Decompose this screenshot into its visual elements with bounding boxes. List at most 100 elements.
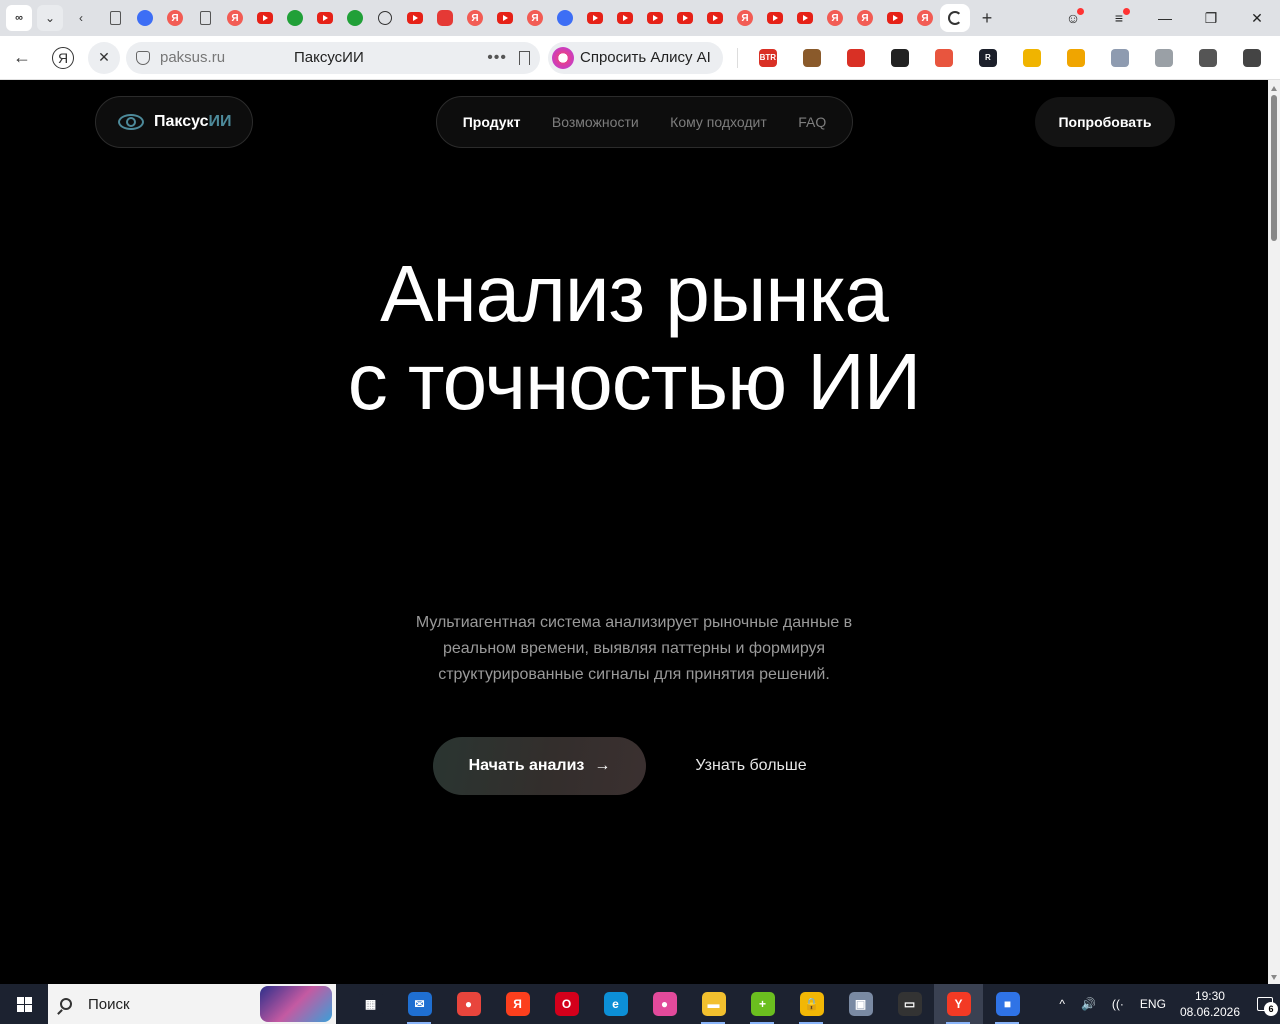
extension-button[interactable] [1010, 42, 1054, 74]
browser-tab[interactable] [760, 4, 790, 32]
volume-icon[interactable]: 🔊 [1081, 997, 1096, 1011]
browser-tab[interactable]: Я [820, 4, 850, 32]
clock[interactable]: 19:30 08.06.2026 [1180, 988, 1240, 1020]
taskbar-app-edge[interactable]: e [591, 984, 640, 1024]
browser-tab[interactable] [490, 4, 520, 32]
taskbar-app-green-app[interactable]: + [738, 984, 787, 1024]
taskbar-search[interactable]: Поиск [48, 984, 336, 1024]
back-button[interactable]: ← [6, 42, 38, 74]
extension-button[interactable] [922, 42, 966, 74]
taskbar-app-chrome[interactable]: ● [444, 984, 493, 1024]
nav-link[interactable]: Кому подходит [670, 114, 767, 130]
restore-icon[interactable]: ❐ [1188, 0, 1234, 36]
browser-tab[interactable]: Я [220, 4, 250, 32]
taskbar-app-chrome-alt[interactable]: ● [640, 984, 689, 1024]
browser-menu-icon[interactable]: ≡ [1096, 0, 1142, 36]
yandex-icon: Я [227, 10, 243, 26]
browser-tab[interactable] [130, 4, 160, 32]
new-tab-button[interactable]: + [974, 5, 1000, 31]
browser-tab[interactable] [610, 4, 640, 32]
taskbar-app-opera[interactable]: O [542, 984, 591, 1024]
tab-list-dropdown-icon[interactable]: ⌄ [37, 5, 63, 31]
extension-button[interactable] [790, 42, 834, 74]
browser-tab[interactable] [340, 4, 370, 32]
opera-icon: O [554, 992, 579, 1016]
bookmark-icon[interactable] [519, 50, 530, 65]
extension-button[interactable]: BTR [746, 42, 790, 74]
taskbar-app-mail[interactable]: ✉ [395, 984, 444, 1024]
taskbar-app-yandex[interactable]: Я [493, 984, 542, 1024]
tray-overflow-icon[interactable]: ^ [1059, 997, 1065, 1011]
browser-tab[interactable] [190, 4, 220, 32]
extension-button[interactable]: R [966, 42, 1010, 74]
input-language[interactable]: ENG [1140, 997, 1166, 1011]
taskbar-app-file-explorer[interactable]: ▬ [689, 984, 738, 1024]
url-input[interactable]: paksus.ru ПаксусИИ ••• [126, 41, 540, 74]
site-security-icon[interactable] [136, 50, 150, 65]
browser-tab[interactable]: Я [460, 4, 490, 32]
taskbar-apps: ▦ ✉ ● Я Oe ● ▬ + 🔒 ▣ ▭ Y ■ [346, 984, 1032, 1024]
scroll-tabs-left-icon[interactable]: ‹ [68, 5, 94, 31]
browser-tab[interactable] [550, 4, 580, 32]
extension-button[interactable] [834, 42, 878, 74]
browser-tab[interactable]: Я [850, 4, 880, 32]
taskbar-app-task-view[interactable]: ▦ [346, 984, 395, 1024]
extension-button[interactable] [1186, 42, 1230, 74]
browser-tab[interactable] [370, 4, 400, 32]
scroll-up-icon[interactable] [1271, 86, 1277, 91]
browser-tab[interactable] [400, 4, 430, 32]
extension-button[interactable] [1054, 42, 1098, 74]
search-highlight-image[interactable] [260, 986, 332, 1022]
extension-button[interactable] [1230, 42, 1274, 74]
browser-tab[interactable]: Я [910, 4, 940, 32]
browser-tab[interactable] [640, 4, 670, 32]
wifi-icon[interactable]: ((· [1112, 997, 1124, 1011]
extension-button[interactable] [1142, 42, 1186, 74]
close-window-icon[interactable]: ✕ [1234, 0, 1280, 36]
document-icon [109, 11, 121, 25]
ask-alice-button[interactable]: Спросить Алису AI [548, 41, 723, 74]
yandex-home-icon[interactable]: Я [52, 46, 74, 69]
start-analysis-button[interactable]: Начать анализ → [433, 737, 646, 795]
site-logo[interactable]: Паксус ИИ [95, 96, 253, 148]
browser-tab[interactable] [790, 4, 820, 32]
browser-tab[interactable] [670, 4, 700, 32]
start-button[interactable] [0, 984, 48, 1024]
nav-link[interactable]: FAQ [798, 114, 826, 130]
browser-tab[interactable] [430, 4, 460, 32]
notification-center-icon[interactable]: 6 [1250, 984, 1280, 1024]
taskbar-app-terminal-app[interactable]: ▭ [885, 984, 934, 1024]
minimize-icon[interactable]: — [1142, 0, 1188, 36]
page-scrollbar[interactable] [1268, 80, 1280, 984]
scrollbar-thumb[interactable] [1271, 95, 1277, 241]
taskbar-app-blue-app[interactable]: ■ [983, 984, 1032, 1024]
toolbar-divider [736, 47, 738, 68]
browser-tab[interactable] [310, 4, 340, 32]
browser-tab[interactable] [280, 4, 310, 32]
browser-tab[interactable]: Я [730, 4, 760, 32]
extension-icon [934, 48, 953, 67]
browser-tab[interactable] [100, 4, 130, 32]
extension-button[interactable] [878, 42, 922, 74]
nav-link[interactable]: Продукт [463, 114, 521, 130]
browser-tab[interactable] [250, 4, 280, 32]
browser-tab[interactable]: Я [520, 4, 550, 32]
youtube-icon [497, 12, 513, 24]
stop-loading-button[interactable]: ✕ [88, 41, 120, 74]
scroll-down-icon[interactable] [1271, 975, 1277, 980]
extension-button[interactable] [1098, 42, 1142, 74]
profile-icon[interactable]: ☺ [1050, 0, 1096, 36]
browser-tab[interactable] [700, 4, 730, 32]
more-actions-icon[interactable]: ••• [487, 49, 507, 67]
taskbar-app-lock-app[interactable]: 🔒 [787, 984, 836, 1024]
learn-more-button[interactable]: Узнать больше [676, 737, 826, 795]
browser-tab[interactable]: Я [160, 4, 190, 32]
nav-link[interactable]: Возможности [552, 114, 639, 130]
browser-tab[interactable] [580, 4, 610, 32]
tab-menu-button[interactable]: ∞ [6, 5, 32, 31]
taskbar-app-monitor-app[interactable]: ▣ [836, 984, 885, 1024]
taskbar-app-yandex-browser[interactable]: Y [934, 984, 983, 1024]
active-tab[interactable] [940, 4, 970, 32]
browser-tab[interactable] [880, 4, 910, 32]
try-button[interactable]: Попробовать [1035, 97, 1175, 147]
